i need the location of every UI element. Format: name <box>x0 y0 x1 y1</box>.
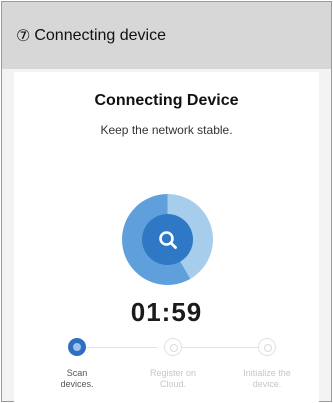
step-indicator-register <box>164 338 182 356</box>
phone-screen: Connecting Device Keep the network stabl… <box>14 72 319 402</box>
step-label-register: Register on Cloud. <box>149 368 197 389</box>
progress-connector <box>182 347 258 348</box>
step-indicator-scan <box>68 338 86 356</box>
step-number: ⑦ <box>16 27 31 45</box>
step-label-initialize: Initialize the device. <box>243 368 291 389</box>
tutorial-frame: ⑦ Connecting device Connecting Device Ke… <box>1 1 332 402</box>
screen-title: Connecting Device <box>94 92 239 109</box>
scan-progress-ring <box>122 194 213 285</box>
countdown-timer: 01:59 <box>130 297 203 327</box>
step-title: Connecting device <box>34 26 166 44</box>
search-icon <box>142 214 193 265</box>
progress-connector <box>86 347 158 348</box>
step-header: ⑦ Connecting device <box>2 2 331 69</box>
step-indicator-initialize <box>258 338 276 356</box>
step-label-scan: Scan devices. <box>60 368 94 389</box>
screen-subtitle: Keep the network stable. <box>100 123 233 137</box>
